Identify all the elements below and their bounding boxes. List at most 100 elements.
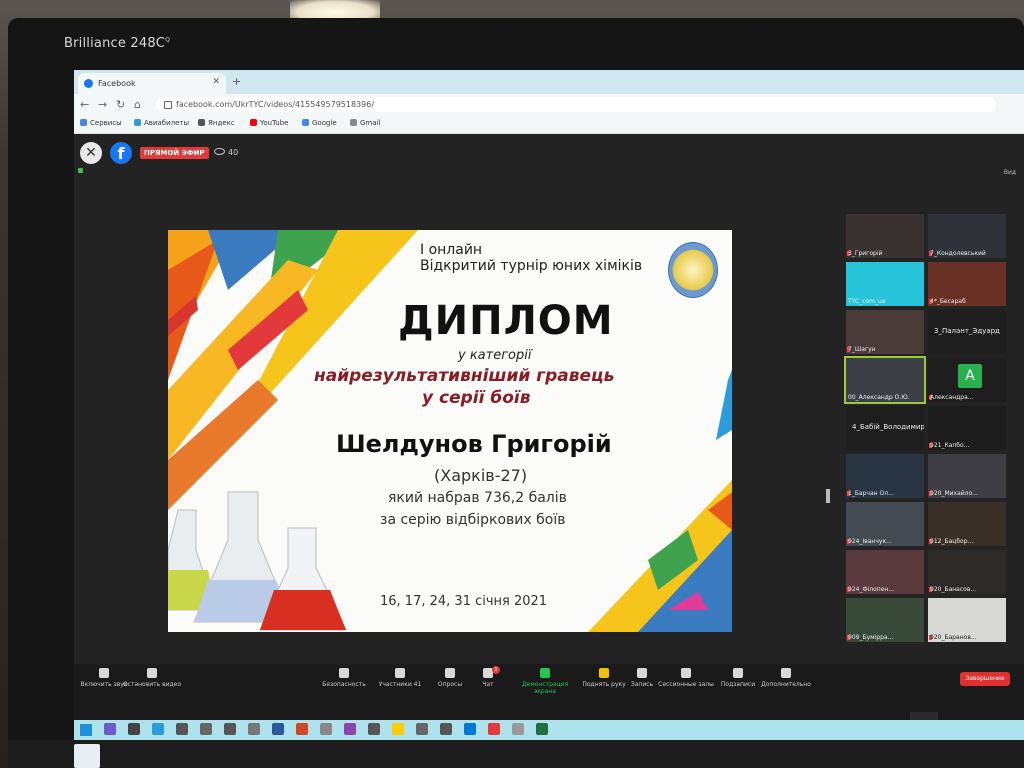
bookmark-youtube[interactable]: YouTube bbox=[250, 119, 288, 127]
diploma-line2: Відкритий турнір юних хіміків bbox=[420, 258, 643, 274]
security-button[interactable]: Безопасность bbox=[314, 666, 374, 688]
tab-close-icon[interactable]: ✕ bbox=[212, 77, 220, 87]
app-icon[interactable] bbox=[416, 723, 428, 735]
viewer-count: 40 bbox=[214, 148, 238, 157]
windows-start-icon[interactable] bbox=[80, 724, 92, 736]
reload-icon[interactable]: ↻ bbox=[116, 98, 125, 111]
monitor-brand-sup: Q bbox=[165, 36, 171, 44]
toolbar-label: Запись bbox=[630, 681, 654, 688]
participant-tile[interactable]: 3_Палант_Эдуард bbox=[928, 310, 1006, 354]
toolbar-label: Дополнительно bbox=[761, 681, 811, 688]
participant-tile[interactable]: 921_Капбо... bbox=[928, 406, 1006, 450]
live-badge: ПРЯМОЙ ЭФИР bbox=[140, 147, 209, 159]
participant-name: Александра... bbox=[930, 394, 974, 401]
participant-tile[interactable]: 7_Кондолевський bbox=[928, 214, 1006, 258]
app-icon[interactable] bbox=[440, 723, 452, 735]
app-icon[interactable] bbox=[200, 723, 212, 735]
end-meeting-button[interactable]: Завершение bbox=[960, 672, 1010, 686]
participant-name: 1_Барчан Ол... bbox=[848, 490, 894, 497]
forward-icon[interactable]: → bbox=[98, 98, 107, 111]
app-icon[interactable] bbox=[488, 723, 500, 735]
more-button[interactable]: Дополнительно bbox=[756, 666, 816, 688]
app-icon[interactable] bbox=[104, 723, 116, 735]
participant-tile[interactable]: 920_Баранов... bbox=[928, 598, 1006, 642]
participant-name: 920_Михайло... bbox=[930, 490, 978, 497]
app-icon[interactable] bbox=[320, 723, 332, 735]
energy-sticker bbox=[74, 744, 100, 768]
facebook-favicon-icon bbox=[84, 79, 93, 88]
app-icon[interactable] bbox=[176, 723, 188, 735]
word-icon[interactable] bbox=[272, 723, 284, 735]
toolbar-label: Демонстрация экрана bbox=[521, 681, 569, 695]
zoom-meeting-area: ✕ f ПРЯМОЙ ЭФИР 40 Вид І онлайн Відкрити… bbox=[74, 134, 1024, 728]
app-icon[interactable] bbox=[512, 723, 524, 735]
bookmark-label: Gmail bbox=[360, 119, 381, 127]
participant-tile[interactable]: TYC_com_ua bbox=[846, 262, 924, 306]
close-icon[interactable]: ✕ bbox=[80, 142, 102, 164]
bookmark-gmail[interactable]: Gmail bbox=[350, 119, 380, 127]
lock-icon bbox=[164, 101, 172, 109]
participant-name: 4*_Бесараб bbox=[930, 298, 966, 305]
back-icon[interactable]: ← bbox=[80, 98, 89, 111]
yandex-icon[interactable] bbox=[392, 723, 404, 735]
participant-tile[interactable]: A Александра... bbox=[928, 358, 1006, 402]
chat-button[interactable]: 1 Чат bbox=[458, 666, 518, 688]
camera-icon bbox=[147, 668, 157, 678]
participant-tile-active-speaker[interactable]: 00_Александр О.Ю. bbox=[844, 356, 926, 404]
excel-icon[interactable] bbox=[536, 723, 548, 735]
home-icon[interactable]: ⌂ bbox=[134, 98, 141, 111]
share-screen-button[interactable]: Демонстрация экрана bbox=[510, 666, 580, 695]
participant-tile[interactable]: 3_Григорій bbox=[846, 214, 924, 258]
plane-icon bbox=[134, 119, 141, 126]
browser-tab[interactable]: Facebook ✕ bbox=[78, 73, 226, 94]
powerpoint-icon[interactable] bbox=[296, 723, 308, 735]
toolbar-label: Сессионные залы bbox=[658, 681, 714, 688]
tab-title: Facebook bbox=[98, 79, 136, 88]
bookmark-services[interactable]: Сервисы bbox=[80, 119, 122, 127]
participant-tile[interactable]: 4*_Бесараб bbox=[928, 262, 1006, 306]
bookmark-avia[interactable]: Авиабилеты bbox=[134, 119, 189, 127]
breakout-rooms-button[interactable]: Сессионные залы bbox=[656, 666, 716, 688]
participant-tile[interactable]: 912_Бацбор... bbox=[928, 502, 1006, 546]
share-screen-icon bbox=[540, 668, 550, 678]
browser-icon[interactable] bbox=[464, 723, 476, 735]
new-tab-icon[interactable]: + bbox=[232, 75, 241, 88]
app-icon[interactable] bbox=[224, 723, 236, 735]
gmail-icon bbox=[350, 119, 357, 126]
bookmark-google[interactable]: Google bbox=[302, 119, 337, 127]
app-icon[interactable] bbox=[152, 723, 164, 735]
address-url: facebook.com/UkrTYC/videos/4155495795183… bbox=[176, 100, 375, 109]
view-menu[interactable]: Вид bbox=[1004, 169, 1016, 176]
diploma-city: (Харків-27) bbox=[434, 466, 528, 485]
participant-tile[interactable]: 924_Іванчук... bbox=[846, 502, 924, 546]
hand-icon bbox=[599, 668, 609, 678]
participant-name: 00_Александр О.Ю. bbox=[848, 394, 910, 401]
eye-icon bbox=[214, 148, 225, 155]
browser-toolbar: ← → ↻ ⌂ facebook.com/UkrTYC/videos/41554… bbox=[74, 94, 1024, 116]
participant-name: 3_Палант_Эдуард bbox=[934, 327, 1000, 335]
tournament-emblem-icon bbox=[668, 242, 718, 298]
panel-resize-handle[interactable] bbox=[826, 489, 830, 503]
address-bar[interactable]: facebook.com/UkrTYC/videos/4155495795183… bbox=[156, 97, 996, 112]
toolbar-label: Участники bbox=[378, 681, 412, 688]
bookmark-label: Сервисы bbox=[90, 119, 122, 127]
participant-tile[interactable]: 1_Барчан Ол... bbox=[846, 454, 924, 498]
participant-tile[interactable]: 909_Бумірра... bbox=[846, 598, 924, 642]
shared-diploma: І онлайн Відкритий турнір юних хіміків Д… bbox=[168, 230, 732, 632]
app-icon[interactable] bbox=[248, 723, 260, 735]
record-icon bbox=[637, 668, 647, 678]
app-icon[interactable] bbox=[344, 723, 356, 735]
app-icon[interactable] bbox=[368, 723, 380, 735]
bookmark-label: YouTube bbox=[260, 119, 289, 127]
bookmark-yandex[interactable]: Яндекс bbox=[198, 119, 235, 127]
participant-tile[interactable]: 7_Шагун bbox=[846, 310, 924, 354]
stop-video-button[interactable]: Остановить видео bbox=[122, 666, 182, 688]
participant-tile[interactable]: 4_Бабій_Володимир bbox=[846, 406, 924, 450]
participant-tile[interactable]: 920_Михайло... bbox=[928, 454, 1006, 498]
app-icon[interactable] bbox=[128, 723, 140, 735]
participant-tile[interactable]: 920_Банасов... bbox=[928, 550, 1006, 594]
participant-tile[interactable]: 924_Філопен... bbox=[846, 550, 924, 594]
avatar: A bbox=[958, 364, 982, 388]
diploma-category-line1: найрезультативніший гравець bbox=[314, 366, 615, 386]
diploma-series: за серію відбіркових боїв bbox=[380, 512, 566, 528]
